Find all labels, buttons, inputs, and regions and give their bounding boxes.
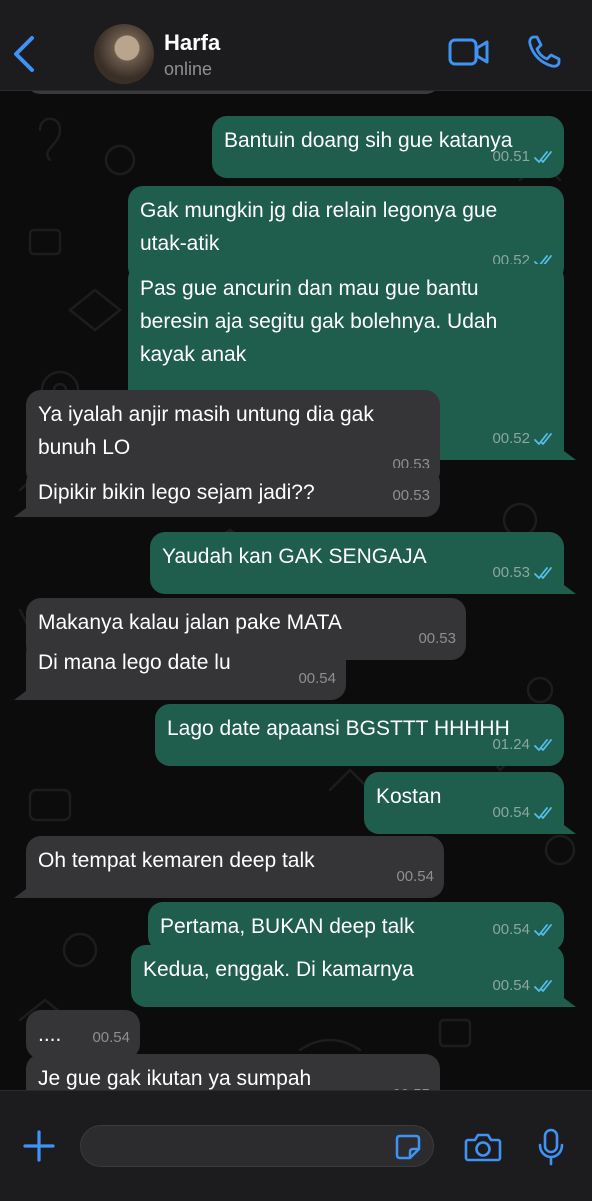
message-time: 00.52 (492, 430, 530, 447)
video-call-button[interactable] (448, 34, 490, 75)
message-meta: 00.55 (392, 1078, 430, 1090)
message-text: Oh tempat kemaren deep talk (38, 849, 315, 872)
read-ticks-icon (534, 150, 552, 163)
message-meta: 00.53 (418, 622, 456, 655)
message-time: 00.54 (92, 1029, 130, 1046)
plus-icon (23, 1130, 55, 1162)
message-meta: 00.54 (492, 796, 554, 829)
sticker-button[interactable] (394, 1133, 422, 1166)
outgoing-message-bubble[interactable]: Pertama, BUKAN deep talk 00.54 (148, 902, 564, 951)
contact-status: online (164, 59, 213, 79)
message-meta: 00.51 (492, 140, 554, 173)
message-meta: 00.53 (392, 479, 430, 512)
contact-name[interactable]: Harfa (164, 30, 220, 56)
microphone-icon (538, 1128, 564, 1166)
message-time: 00.53 (418, 630, 456, 647)
message-meta: 01.24 (492, 728, 554, 761)
message-meta: 00.54 (492, 969, 554, 1002)
message-meta: 00.54 (92, 1021, 130, 1054)
read-ticks-icon (534, 923, 552, 936)
message-time: 00.53 (392, 487, 430, 504)
message-time: 00.53 (492, 564, 530, 581)
message-meta: 00.54 (298, 662, 336, 695)
message-time: 00.51 (492, 148, 530, 165)
message-text: Je gue gak ikutan ya sumpah (38, 1067, 312, 1090)
message-time: 00.54 (492, 977, 530, 994)
message-text: Ya iyalah anjir masih untung dia gak bun… (38, 403, 374, 459)
incoming-message-bubble[interactable]: .... 00.54 (26, 1010, 140, 1059)
message-time: 00.54 (298, 670, 336, 687)
camera-icon (464, 1133, 502, 1162)
message-time: 00.54 (492, 921, 530, 938)
message-time: 00.54 (396, 868, 434, 885)
message-list[interactable]: Bantuin doang sih gue katanya 00.51 Gak mu… (0, 90, 592, 1090)
read-ticks-icon (534, 979, 552, 992)
outgoing-message-bubble[interactable]: Bantuin doang sih gue katanya 00.51 (212, 116, 564, 178)
camera-button[interactable] (464, 1131, 502, 1168)
message-meta: 00.52 (492, 422, 554, 455)
message-time: 00.54 (492, 804, 530, 821)
composer-bar (0, 1090, 592, 1201)
read-ticks-icon (534, 738, 552, 751)
incoming-message-bubble[interactable]: Dipikir bikin lego sejam jadi?? 00.53 (14, 468, 440, 517)
video-call-icon (448, 38, 489, 66)
chat-header: Harfa online (0, 0, 592, 91)
message-text: Makanya kalau jalan pake MATA (38, 611, 342, 634)
attach-button[interactable] (22, 1129, 56, 1168)
message-text: Pas gue ancurin dan mau gue bantu beresi… (140, 277, 498, 366)
message-time: 01.24 (492, 736, 530, 753)
voice-call-button[interactable] (526, 34, 562, 75)
incoming-message-bubble[interactable]: Je gue gak ikutan ya sumpah 00.55 (26, 1054, 440, 1090)
outgoing-message-bubble[interactable]: Yaudah kan GAK SENGAJA 00.53 (150, 532, 576, 594)
incoming-message-bubble[interactable]: Di mana lego date lu 00.54 (14, 638, 346, 700)
back-button[interactable] (10, 34, 40, 74)
message-meta: 00.54 (396, 860, 434, 893)
message-text: Kedua, enggak. Di kamarnya (143, 958, 414, 981)
chevron-left-icon (14, 36, 34, 72)
incoming-message-bubble[interactable]: Oh tempat kemaren deep talk 00.54 (14, 836, 444, 898)
phone-icon (528, 35, 561, 68)
outgoing-message-bubble[interactable]: Kedua, enggak. Di kamarnya 00.54 (131, 945, 576, 1007)
message-text: Gak mungkin jg dia relain legonya gue ut… (140, 199, 498, 255)
voice-message-button[interactable] (536, 1127, 566, 1172)
read-ticks-icon (534, 806, 552, 819)
message-meta: 00.54 (492, 913, 554, 946)
outgoing-message-bubble[interactable]: Lago date apaansi BGSTTT HHHHH 01.24 (155, 704, 564, 766)
outgoing-message-bubble[interactable]: Kostan 00.54 (364, 772, 576, 834)
message-input[interactable] (80, 1125, 434, 1167)
message-meta: 00.53 (492, 556, 554, 589)
avatar[interactable] (94, 24, 154, 84)
message-text: Di mana lego date lu (38, 651, 231, 674)
read-ticks-icon (534, 432, 552, 445)
message-time: 00.55 (392, 1078, 430, 1090)
sticker-icon (395, 1134, 421, 1160)
read-ticks-icon (534, 566, 552, 579)
message-text: Dipikir bikin lego sejam jadi?? (38, 481, 315, 504)
